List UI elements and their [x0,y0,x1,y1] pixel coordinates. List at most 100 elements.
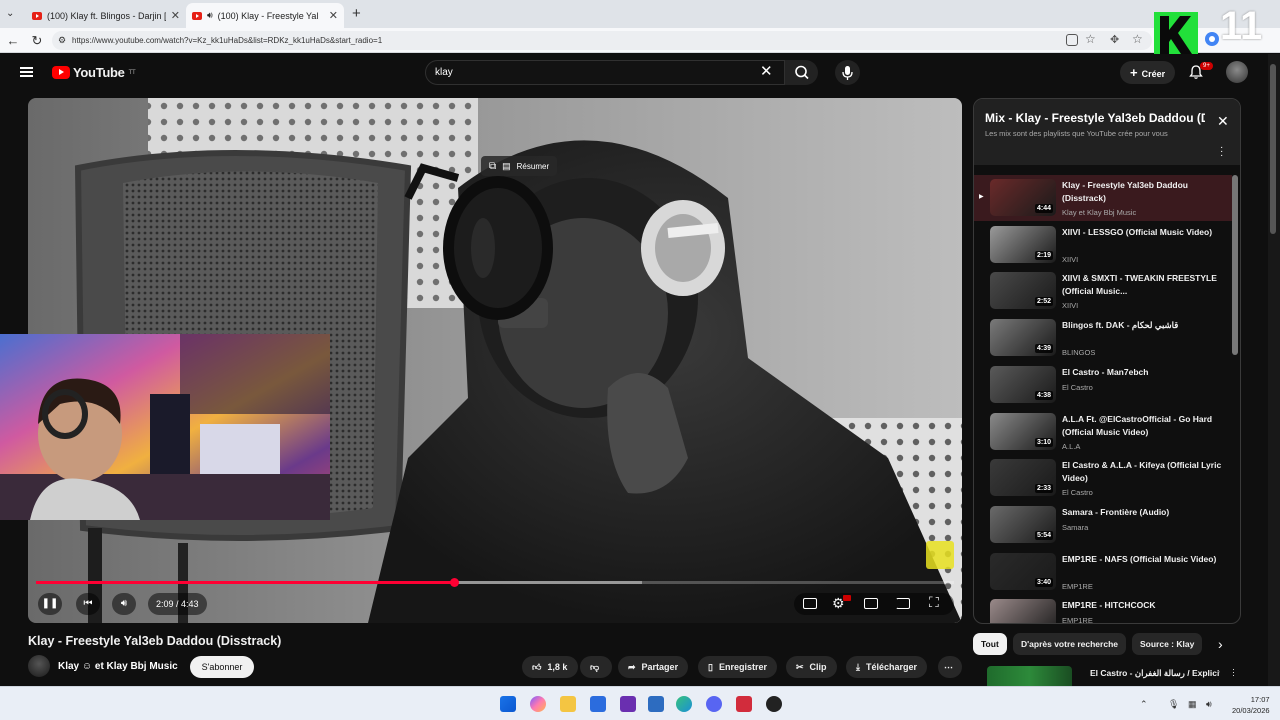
resume-banner[interactable]: ⧉ ▤ Résumer [481,156,558,176]
youtube-logo[interactable]: YouTube TT [52,65,136,80]
like-button[interactable]: 👍︎ 1,8 k [522,656,578,678]
chevron-right-icon[interactable]: › [1218,636,1223,652]
playlist-item[interactable]: 2:52 XIIVI & SMXTI - TWEAKIN FREESTYLE (O… [974,268,1232,314]
duration-badge: 4:38 [1034,390,1053,400]
next-video-title[interactable]: El Castro - رسالة الغفران / Explicit [1090,668,1220,679]
store-icon[interactable] [590,696,606,712]
browser-tab-2[interactable]: 🔊︎ (100) Klay - Freestyle Yal3eb D ✕ [186,3,344,28]
playlist-item[interactable]: 4:39 Blingos ft. DAK - قاشبي لحكام BLINGOS [974,315,1232,361]
playlist-item-title: El Castro & A.L.A - Kifeya (Official Lyr… [1062,460,1222,484]
favorite-star-icon[interactable]: ☆ [1085,32,1096,46]
clock-time: 17:07 [1250,695,1270,704]
channel-avatar[interactable] [28,655,50,677]
playlist-item[interactable]: 2:13 EMP1RE - HITCHCOCK EMP1RE [974,595,1232,623]
url-field[interactable]: ⚙ https://www.youtube.com/watch?v=Kz_kk1… [52,31,1152,50]
close-icon[interactable]: ✕ [1217,113,1229,130]
favorites-icon[interactable]: ☆ [1132,32,1143,46]
bookmark-icon: ▯ [708,662,713,672]
chip-based-on-search[interactable]: D'après votre recherche [1013,633,1126,655]
previous-button[interactable]: ⏮︎ [76,593,100,615]
download-label: Télécharger [865,662,918,672]
playlist-item[interactable]: 3:10 A.L.A Ft. @ElCastroOfficial - Go Har… [974,409,1232,455]
cast-icon[interactable] [896,598,910,609]
speaker-icon[interactable]: 🔊︎ [207,10,213,21]
site-info-icon[interactable]: ⚙ [58,31,66,50]
subscribe-button[interactable]: S'abonner [190,656,254,678]
progress-bar[interactable] [36,578,954,587]
voice-search-button[interactable] [835,60,860,85]
next-video-thumbnail[interactable] [987,666,1072,686]
playlist-item[interactable]: 4:38 El Castro - Man7ebch El Castro [974,362,1232,408]
search-input[interactable]: klay [425,60,785,85]
share-button[interactable]: ➦ Partager [618,656,689,678]
playlist-item[interactable]: 5:54 Samara - Frontière (Audio) Samara [974,502,1232,548]
playlist-item[interactable]: 3:40 EMP1RE - NAFS (Official Music Video)… [974,549,1232,595]
reload-icon[interactable]: ↻ [28,32,46,50]
chip-source-klay[interactable]: Source : Klay [1132,633,1203,655]
miniplayer-icon[interactable] [864,598,878,609]
share-label: Partager [641,662,679,672]
playlist-item-channel: XIIVI [1062,254,1079,264]
download-button[interactable]: ⤓ Télécharger [846,656,928,678]
app-icon[interactable] [736,696,752,712]
close-tab-icon[interactable]: ✕ [171,9,180,22]
avatar[interactable] [1226,61,1248,83]
file-explorer-icon[interactable] [560,696,576,712]
playlist-item[interactable]: 2:33 El Castro & A.L.A - Kifeya (Official… [974,455,1232,501]
dislike-button[interactable]: 👎︎ [580,656,612,678]
playlist-thumbnail: 5:54 [990,505,1056,543]
thumbs-up-icon: 👍︎ [532,662,542,672]
clear-search-icon[interactable]: ✕ [760,62,773,80]
copilot-icon[interactable] [530,696,546,712]
back-icon[interactable]: ← [4,32,22,50]
page-scrollbar-thumb[interactable] [1270,64,1276,234]
tab-title: (100) Klay ft. Blingos - Darjin [Clip [47,10,166,21]
extensions-icon[interactable]: ✥ [1110,33,1119,46]
logo-text: YouTube [73,65,125,80]
share-icon: ➦ [628,662,636,672]
pause-button[interactable]: ❚❚ [38,593,62,615]
chip-all[interactable]: Tout [973,633,1007,655]
playlist-thumbnail: 3:10 [990,412,1056,450]
logo-region: TT [128,69,136,76]
windows-start-icon[interactable] [500,696,516,712]
scrubber-handle[interactable] [449,578,459,587]
close-tab-icon[interactable]: ✕ [329,9,338,22]
playlist-item[interactable]: 2:19 XIIVI - LESSGO (Official Music Video… [974,222,1232,268]
youtube-favicon-icon [192,11,202,20]
obs-icon[interactable] [766,696,782,712]
fullscreen-icon[interactable]: ⛶ [929,594,939,611]
playlist-scrollbar[interactable] [1232,175,1238,355]
more-vertical-icon[interactable]: · · · [1220,143,1223,161]
clip-button[interactable]: ✂ Clip [786,656,837,678]
tab-list-button[interactable]: ⌄ [6,8,14,19]
volume-icon[interactable]: 🔊︎ [1206,699,1212,710]
youtube-header: YouTube TT klay ✕ + Créer 9+ [0,54,1280,92]
volume-button[interactable]: 🔊︎ [112,593,136,615]
playlist-item[interactable]: ▶ 4:44 Klay - Freestyle Yal3eb Daddou (Dis… [974,175,1232,221]
playlist-title[interactable]: Mix - Klay - Freestyle Yal3eb Daddou (Di… [985,111,1205,125]
more-actions-button[interactable]: ⋯ [938,656,962,678]
page-action-icon[interactable] [1066,34,1078,46]
tray-chevron-icon[interactable]: ⌃ [1140,699,1148,710]
menu-icon[interactable] [20,67,33,77]
save-button[interactable]: ▯ Enregistrer [698,656,777,678]
network-icon[interactable]: ▦ [1188,699,1197,710]
search-icon [795,65,809,80]
browser-tab-1[interactable]: (100) Klay ft. Blingos - Darjin [Clip ✕ [26,3,186,28]
app-icon[interactable] [620,696,636,712]
microphone-icon[interactable]: 🎙︎ [1168,699,1179,710]
create-button[interactable]: + Créer [1120,61,1176,84]
subtitles-icon[interactable] [803,598,817,609]
app-icon[interactable] [648,696,664,712]
new-tab-button[interactable]: + [352,5,361,22]
channel-name[interactable]: Klay ☺ et Klay Bbj Music [58,661,178,672]
search-button[interactable] [785,60,818,85]
edge-browser-icon[interactable] [676,696,692,712]
browser-tab-bar: ⌄ (100) Klay ft. Blingos - Darjin [Clip … [0,0,1280,28]
playlist-thumbnail: 4:44 [990,179,1056,216]
more-vertical-icon[interactable]: · · · [1232,665,1235,680]
system-clock[interactable]: 17:07 20/03/2026 [1232,694,1270,716]
microphone-icon [842,66,853,80]
discord-icon[interactable] [706,696,722,712]
